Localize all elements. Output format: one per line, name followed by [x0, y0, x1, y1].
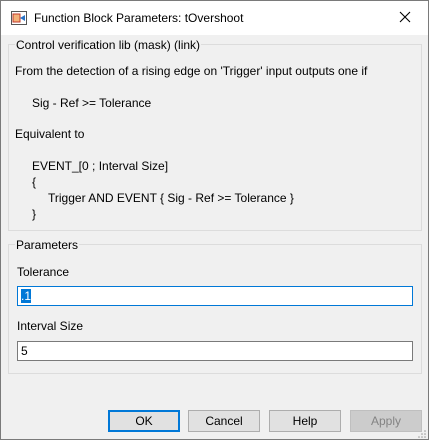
- interval-size-input[interactable]: 5: [17, 341, 413, 361]
- tolerance-input[interactable]: .1: [17, 286, 413, 306]
- simulink-block-icon: [11, 11, 27, 25]
- cancel-button[interactable]: Cancel: [188, 410, 260, 432]
- ok-button[interactable]: OK: [108, 410, 180, 432]
- description-text: From the detection of a rising edge on '…: [15, 64, 368, 78]
- tolerance-label: Tolerance: [17, 265, 70, 279]
- apply-button[interactable]: Apply: [350, 410, 422, 432]
- description-text: Equivalent to: [15, 127, 85, 141]
- description-text: EVENT_[0 ; Interval Size]: [32, 159, 169, 173]
- window-title: Function Block Parameters: tOvershoot: [34, 11, 244, 25]
- description-text: {: [32, 175, 37, 189]
- dialog-window: Function Block Parameters: tOvershoot Co…: [0, 0, 429, 440]
- resize-grip-icon[interactable]: [417, 428, 427, 438]
- description-text: Trigger AND EVENT { Sig - Ref >= Toleran…: [48, 191, 294, 205]
- interval-size-label: Interval Size: [17, 319, 84, 333]
- interval-size-value: 5: [21, 344, 28, 358]
- close-button[interactable]: [382, 1, 428, 35]
- description-group-label: Control verification lib (mask) (link): [15, 38, 202, 52]
- parameters-group-label: Parameters: [15, 238, 80, 252]
- title-bar[interactable]: Function Block Parameters: tOvershoot: [1, 1, 428, 35]
- tolerance-value: .1: [21, 289, 32, 303]
- description-text: Sig - Ref >= Tolerance: [32, 96, 152, 110]
- help-button[interactable]: Help: [269, 410, 341, 432]
- close-icon: [399, 11, 411, 26]
- description-text: }: [32, 207, 37, 221]
